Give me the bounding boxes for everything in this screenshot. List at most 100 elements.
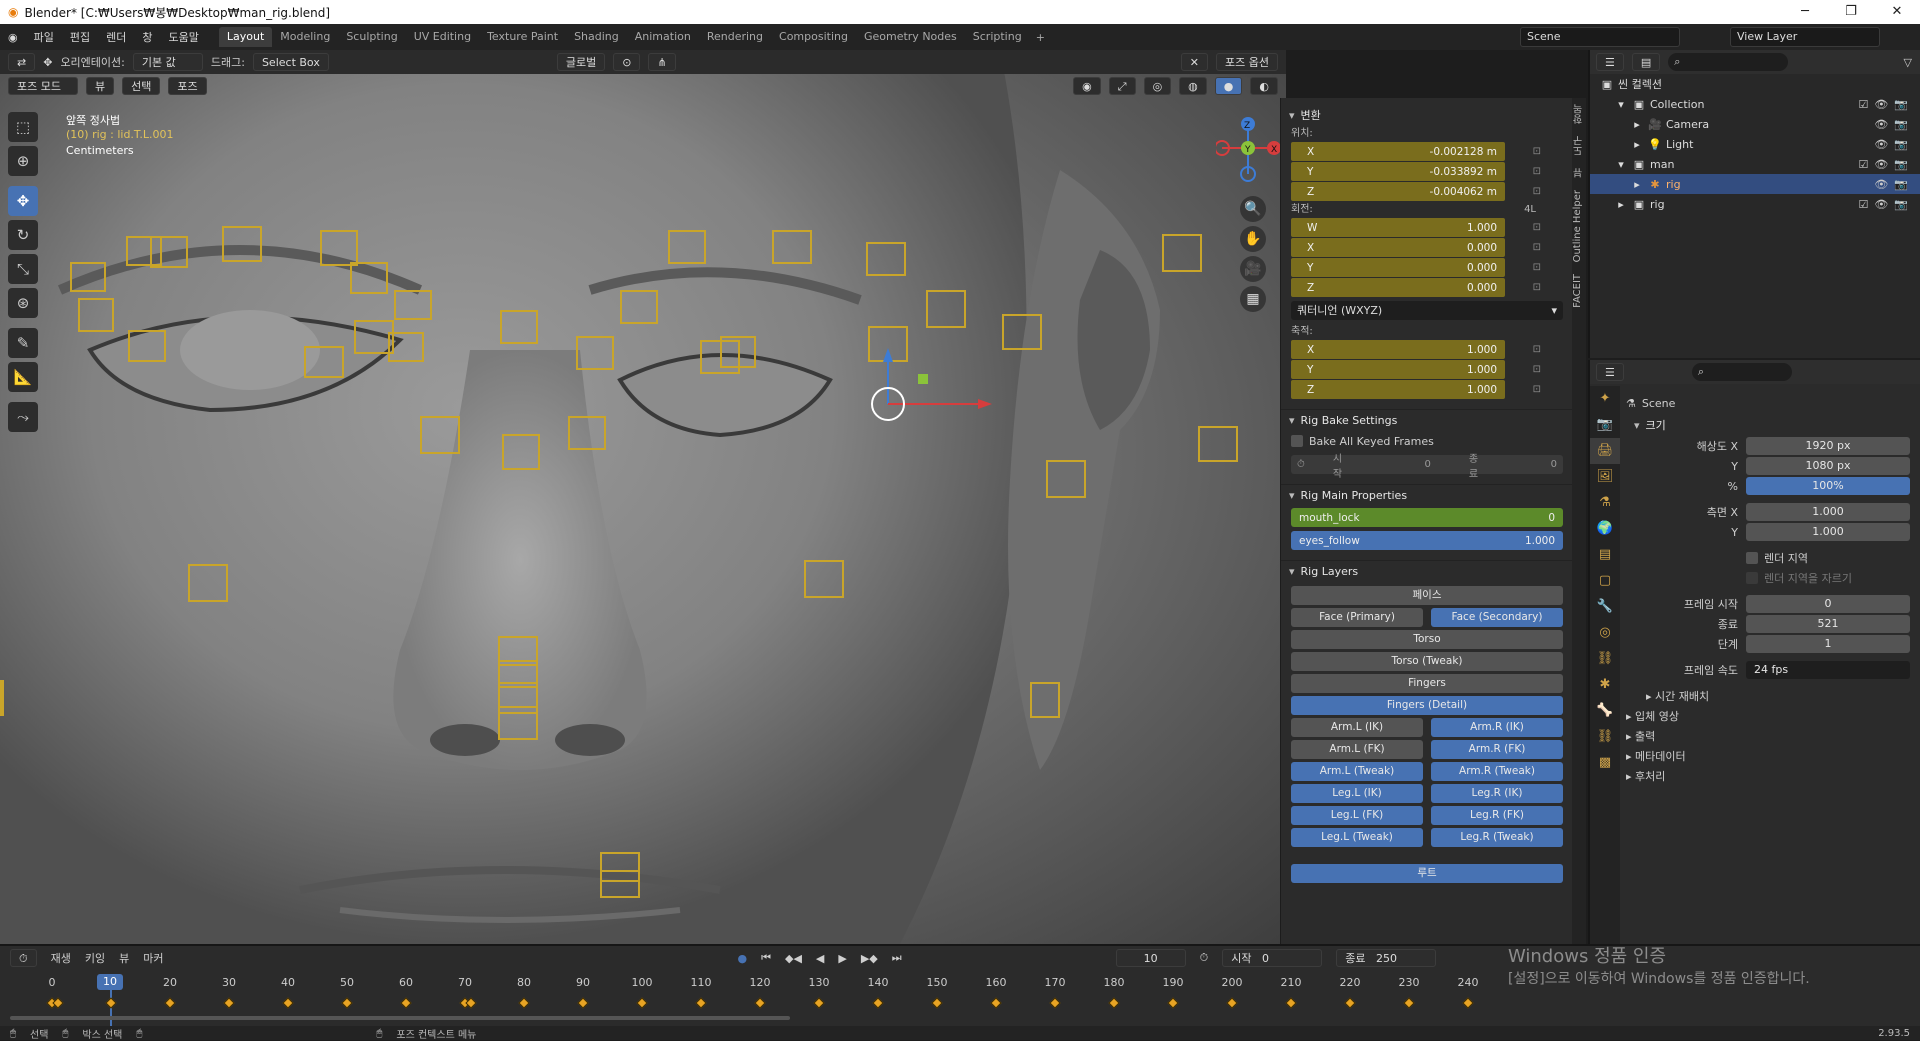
data-tab-icon[interactable]: ✱	[1590, 672, 1620, 698]
keyframe[interactable]	[990, 997, 1002, 1009]
rig-main-header[interactable]: Rig Main Properties	[1281, 484, 1572, 506]
keyframe[interactable]	[872, 997, 884, 1009]
menu-2[interactable]: 렌더	[98, 29, 134, 45]
bone-tool-icon[interactable]: ⤳	[8, 402, 38, 432]
display-mode-icon[interactable]: ▤	[1631, 53, 1661, 71]
pose-options-dropdown[interactable]: 포즈 옵션	[1216, 53, 1278, 71]
workspace-tab-rendering[interactable]: Rendering	[699, 27, 771, 47]
bone-constraint-tab-icon[interactable]: ⛓	[1590, 724, 1620, 750]
res-x-field[interactable]: 1920 px	[1746, 437, 1910, 455]
menu-3[interactable]: 창	[134, 29, 160, 45]
bone-widget[interactable]	[350, 262, 388, 294]
xray-toggle-icon[interactable]: ✕	[1180, 53, 1209, 71]
keyframe[interactable]	[1049, 997, 1061, 1009]
bone-widget[interactable]	[1030, 682, 1060, 718]
measure-tool-icon[interactable]: 📐	[8, 362, 38, 392]
mouth-lock-slider[interactable]: mouth_lock 0	[1291, 508, 1563, 527]
collection-tab-icon[interactable]: ▤	[1590, 542, 1620, 568]
view-layer-tab-icon[interactable]: 🖼	[1590, 464, 1620, 490]
jump-start-icon[interactable]: ⏮	[761, 951, 771, 965]
workspace-tab-compositing[interactable]: Compositing	[771, 27, 856, 47]
bone-widget[interactable]	[1002, 314, 1042, 350]
keyframe[interactable]	[1285, 997, 1297, 1009]
playhead[interactable]: 10	[97, 974, 123, 990]
filter-icon[interactable]: ▽	[1904, 56, 1912, 69]
layer-arm-l-fk[interactable]: Arm.L (FK)	[1291, 740, 1423, 759]
annotate-tool-icon[interactable]: ✎	[8, 328, 38, 358]
format-header[interactable]: 크기	[1626, 414, 1918, 436]
layer-leg-l-ik[interactable]: Leg.L (IK)	[1291, 784, 1423, 803]
sidebar-tab-1[interactable]: 도구	[1572, 130, 1587, 162]
layer-leg-l-fk[interactable]: Leg.L (FK)	[1291, 806, 1423, 825]
layer-leg-l-tweak[interactable]: Leg.L (Tweak)	[1291, 828, 1423, 847]
frame-end-field[interactable]: 521	[1746, 615, 1910, 633]
bone-widget[interactable]	[772, 230, 812, 264]
menu-4[interactable]: 도움말	[160, 29, 206, 45]
keyframe[interactable]	[223, 997, 235, 1009]
keyframe[interactable]	[813, 997, 825, 1009]
layer-arm-l-ik[interactable]: Arm.L (IK)	[1291, 718, 1423, 737]
outliner-collection[interactable]: ▾ ▣ Collection ☑👁📷	[1590, 94, 1920, 114]
stereo-panel[interactable]: ▸ 입체 영상	[1626, 706, 1918, 726]
3d-viewport[interactable]: ⇄ ✥ 오리엔테이션: 기본 값 드래그: Select Box 글로벌 ⊙ ⋔…	[0, 50, 1286, 944]
layer-arm-r-tweak[interactable]: Arm.R (Tweak)	[1431, 762, 1563, 781]
sidebar-tab-4[interactable]: FACEIT	[1572, 268, 1583, 314]
view-layer-selector[interactable]: View Layer	[1730, 27, 1880, 47]
close-button[interactable]: ✕	[1874, 0, 1920, 24]
cursor-tool-icon[interactable]: ⊕	[8, 146, 38, 176]
rot-y-field[interactable]: Y 0.000	[1291, 258, 1541, 277]
scl-x-field[interactable]: X 1.000	[1291, 340, 1541, 359]
shading-wire-icon[interactable]: ◍	[1179, 77, 1207, 95]
minimize-button[interactable]: ─	[1782, 0, 1828, 24]
visibility-icon[interactable]: ◉	[1073, 77, 1101, 95]
constraint-tab-icon[interactable]: ⛓	[1590, 646, 1620, 672]
outliner-camera[interactable]: ▸ 🎥 Camera 👁📷	[1590, 114, 1920, 134]
res-percent-field[interactable]: 100%	[1746, 477, 1910, 495]
bone-widget[interactable]	[866, 242, 906, 276]
frame-start-field[interactable]: 0	[1746, 595, 1910, 613]
layer-arm-l-tweak[interactable]: Arm.L (Tweak)	[1291, 762, 1423, 781]
world-tab-icon[interactable]: 🌍	[1590, 516, 1620, 542]
layer-fingers[interactable]: Fingers	[1291, 674, 1563, 693]
keyframe[interactable]	[1226, 997, 1238, 1009]
layer-leg-r-tweak[interactable]: Leg.R (Tweak)	[1431, 828, 1563, 847]
bone-widget[interactable]	[0, 680, 4, 716]
bone-widget[interactable]	[128, 330, 166, 362]
layer-arm-r-ik[interactable]: Arm.R (IK)	[1431, 718, 1563, 737]
texture-tab-icon[interactable]: ▩	[1590, 750, 1620, 776]
bone-widget[interactable]	[502, 434, 540, 470]
outliner-search[interactable]: ⌕	[1668, 53, 1789, 71]
rot-x-field[interactable]: X 0.000	[1291, 238, 1541, 257]
crop-checkbox[interactable]	[1746, 572, 1758, 584]
timeline-view-menu[interactable]: 뷰	[119, 950, 129, 966]
bone-widget[interactable]	[576, 336, 614, 370]
editor-type-icon[interactable]: ☰	[1596, 53, 1624, 71]
rig-layers-header[interactable]: Rig Layers	[1281, 560, 1572, 582]
bone-widget[interactable]	[668, 230, 706, 264]
bone-widget[interactable]	[600, 870, 640, 898]
outliner-light[interactable]: ▸ 💡 Light 👁📷	[1590, 134, 1920, 154]
layer-face-primary[interactable]: Face (Primary)	[1291, 608, 1423, 627]
select-menu[interactable]: 선택	[122, 77, 161, 95]
gizmo-toggle-icon[interactable]: ⤢	[1108, 77, 1136, 95]
keyframe[interactable]	[577, 997, 589, 1009]
bone-widget[interactable]	[70, 262, 106, 292]
workspace-tab-sculpting[interactable]: Sculpting	[338, 27, 405, 47]
auto-key-icon[interactable]: ●	[737, 952, 747, 965]
frame-rate-dropdown[interactable]: 24 fps	[1746, 661, 1910, 679]
jump-end-icon[interactable]: ⏭	[892, 951, 902, 965]
physics-tab-icon[interactable]: ◎	[1590, 620, 1620, 646]
editor-type-icon[interactable]: ☰	[1596, 363, 1624, 381]
metadata-panel[interactable]: ▸ 메타데이터	[1626, 746, 1918, 766]
layer-arm-r-fk[interactable]: Arm.R (FK)	[1431, 740, 1563, 759]
sidebar-tab-0[interactable]: 항목	[1572, 98, 1587, 130]
scene-selector[interactable]: Scene	[1520, 27, 1680, 47]
layer-torso-tweak[interactable]: Torso (Tweak)	[1291, 652, 1563, 671]
scale-tool-icon[interactable]: ⤡	[8, 254, 38, 284]
output-tab-icon[interactable]: 🖨	[1590, 438, 1620, 464]
end-frame-field[interactable]: 종료 250	[1336, 949, 1437, 967]
keyframe[interactable]	[1344, 997, 1356, 1009]
bone-widget[interactable]	[500, 310, 538, 344]
loc-x-field[interactable]: X -0.002128 m	[1291, 142, 1541, 161]
rot-w-field[interactable]: W 1.000	[1291, 218, 1541, 237]
